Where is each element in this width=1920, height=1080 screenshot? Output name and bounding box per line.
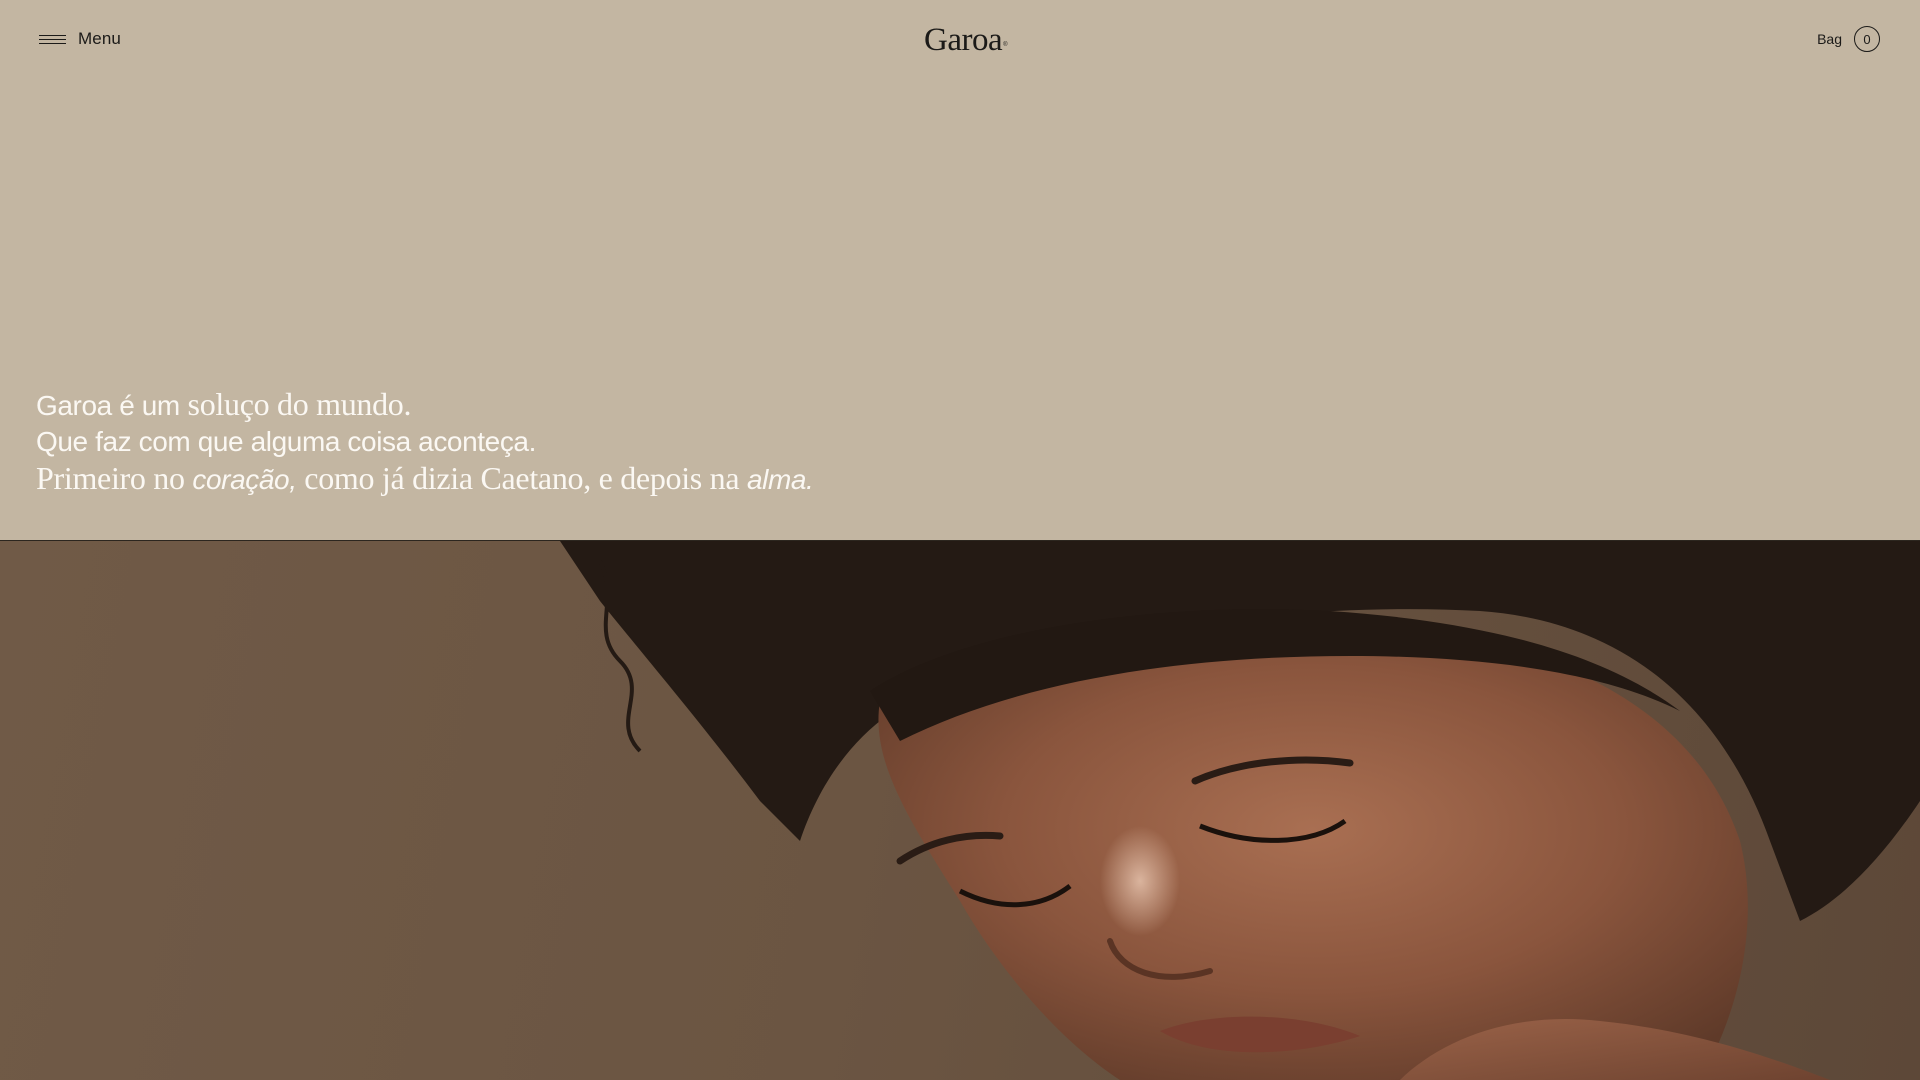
hero-image: [0, 541, 1920, 1080]
hero-portrait-illustration: [560, 541, 1920, 1080]
intro-text: Garoa é um soluço do mundo. Que faz com …: [36, 386, 814, 497]
intro-line-3: Primeiro no coração, como já dizia Caeta…: [36, 460, 814, 497]
registered-mark: ®: [1003, 42, 1008, 48]
hamburger-icon: [39, 33, 66, 45]
intro-line-3-serif-b: como já dizia Caetano, e depois na: [296, 460, 747, 496]
intro-line-3-italic-a: coração,: [192, 464, 297, 495]
intro-line-1-sans: Garoa é um: [36, 390, 180, 421]
garoa-logo[interactable]: Garoa®: [924, 18, 1008, 67]
bag-count-badge: 0: [1854, 26, 1880, 52]
intro-line-1: Garoa é um soluço do mundo.: [36, 386, 813, 423]
menu-button[interactable]: Menu: [39, 26, 121, 52]
menu-label: Menu: [78, 29, 121, 48]
bag-button[interactable]: Bag 0: [1817, 26, 1880, 52]
intro-line-3-serif-a: Primeiro no: [36, 460, 193, 496]
logo-text: Garoa: [924, 22, 1003, 58]
page: Menu Garoa® Bag 0 Garoa é um soluço do m…: [0, 0, 1920, 1080]
intro-line-3-italic-b: alma.: [746, 464, 814, 495]
intro-line-1-serif: soluço do mundo.: [179, 386, 412, 422]
bag-label: Bag: [1817, 31, 1842, 47]
intro-line-2: Que faz com que alguma coisa aconteça.: [36, 426, 536, 457]
site-header: Menu Garoa® Bag 0: [0, 0, 1920, 80]
